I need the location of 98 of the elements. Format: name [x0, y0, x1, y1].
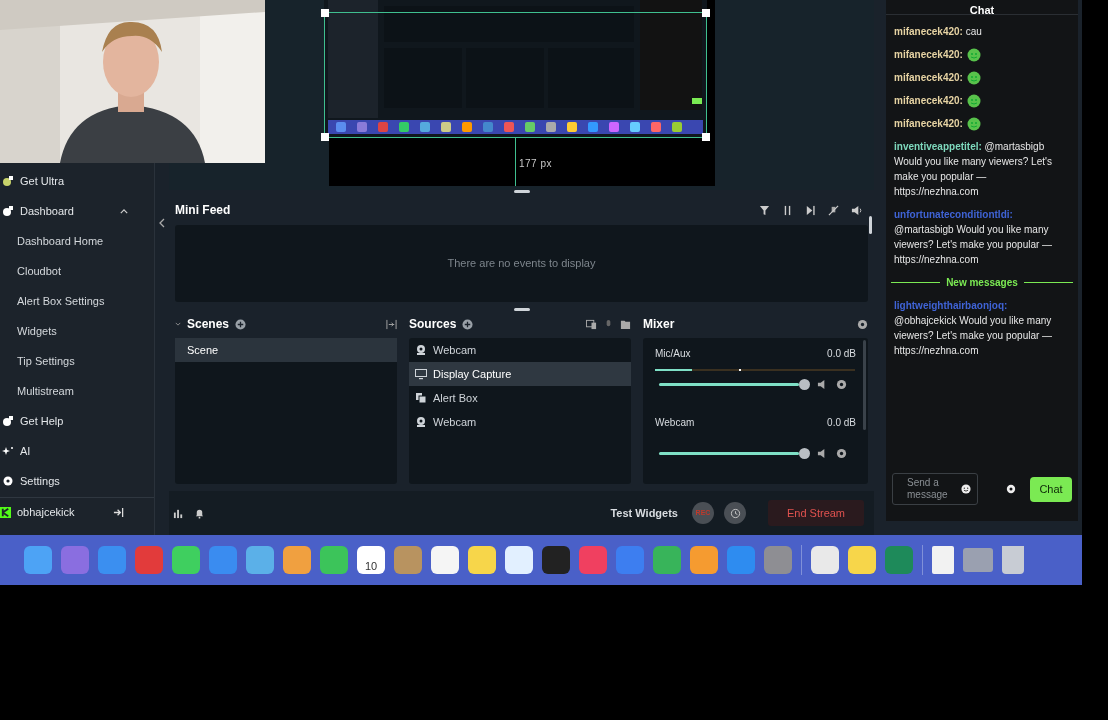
calendar-app-icon[interactable]: 10 — [357, 546, 385, 574]
source-item[interactable]: Webcam — [409, 410, 631, 434]
sparkle-icon — [2, 445, 14, 457]
app-icon[interactable] — [320, 546, 348, 574]
sidebar-subitem[interactable]: Dashboard Home — [0, 226, 154, 256]
settings-icon[interactable] — [836, 379, 847, 390]
resize-handle[interactable] — [321, 9, 329, 17]
add-icon[interactable] — [462, 318, 474, 330]
channel-reading: 0.0 dB — [827, 416, 856, 430]
scrollbar[interactable] — [863, 340, 866, 430]
empty-message: There are no events to display — [447, 256, 596, 272]
resize-handle[interactable] — [702, 133, 710, 141]
channel-name: Mic/Aux — [655, 347, 691, 361]
sidebar-item[interactable]: Get Help — [0, 406, 154, 436]
app-icon[interactable] — [505, 546, 533, 574]
chevron-up-icon[interactable] — [120, 208, 128, 214]
sidebar-subitem[interactable]: Alert Box Settings — [0, 286, 154, 316]
chat-message: unfortunateconditiontldi: @martasbigb Would you like many viewers? Let's make you popular — https://nezhna.com — [894, 208, 1054, 267]
app-icon[interactable] — [283, 546, 311, 574]
emote-icon — [966, 47, 981, 62]
chevron-left-icon[interactable] — [159, 218, 165, 228]
new-messages-divider: New messages — [946, 276, 1018, 290]
webcam-icon — [415, 344, 427, 356]
history-icon — [729, 507, 741, 519]
message-field[interactable]: Send a message — [892, 473, 978, 505]
chevron-down-icon[interactable] — [175, 322, 181, 326]
source-item[interactable]: Display Capture — [409, 362, 631, 386]
chat-message: mifanecek420: cau — [894, 25, 983, 39]
drag-handle[interactable] — [513, 307, 530, 311]
bell-icon[interactable] — [194, 507, 205, 519]
panel-title: Scenes — [187, 316, 230, 333]
panel-title: Mini Feed — [175, 202, 232, 219]
chat-send-button[interactable]: Chat — [1030, 476, 1072, 502]
add-icon[interactable] — [235, 318, 247, 330]
split-icon[interactable] — [386, 318, 397, 330]
sidebar-subitem[interactable]: Cloudbot — [0, 256, 154, 286]
chat-title: Chat — [969, 6, 995, 14]
settings-icon[interactable] — [836, 448, 847, 459]
filter-icon[interactable] — [759, 204, 770, 216]
mute-icon[interactable] — [828, 204, 839, 216]
slider-thumb[interactable] — [798, 448, 810, 459]
panel-title: Mixer — [643, 316, 676, 333]
channel-reading: 0.0 dB — [827, 347, 856, 361]
logout-icon[interactable] — [113, 507, 124, 518]
webcam-icon — [415, 416, 427, 428]
end-stream-button[interactable]: End Stream — [768, 500, 864, 526]
chat-username: mifanecek420: — [894, 117, 963, 131]
emote-icon — [966, 70, 981, 85]
emote-icon — [966, 93, 981, 108]
monitor-icon — [415, 368, 427, 380]
settings-icon[interactable] — [1006, 484, 1016, 494]
chat-message: inventiveappetitel: @martasbigb Would you like many viewers? Let's make you popular — https://nezhna.com — [894, 140, 1053, 199]
emoji-icon[interactable] — [961, 484, 971, 494]
chat-username: mifanecek420: — [894, 94, 963, 108]
pause-icon[interactable] — [782, 204, 793, 216]
sidebar-item[interactable]: Settings — [0, 466, 154, 496]
panel-title: Sources — [409, 316, 457, 333]
drag-handle[interactable] — [513, 190, 530, 193]
username[interactable]: obhajcekick — [17, 504, 107, 521]
volume-icon[interactable] — [851, 204, 862, 216]
measure-line — [515, 138, 516, 186]
sidebar-item[interactable]: Dashboard — [0, 196, 154, 226]
scene-item[interactable]: Scene — [175, 338, 397, 362]
stats-icon[interactable] — [173, 507, 184, 519]
devices-icon[interactable] — [586, 318, 597, 330]
channel-name: Webcam — [655, 416, 695, 430]
message-input[interactable]: Send a message — [907, 475, 961, 503]
resize-handle[interactable] — [702, 9, 710, 17]
app-icon[interactable] — [468, 546, 496, 574]
measure-label: 177 px — [519, 157, 553, 171]
app-icon[interactable] — [690, 546, 718, 574]
app-icon[interactable] — [172, 546, 200, 574]
scrollbar[interactable] — [869, 216, 872, 234]
chat-username: mifanecek420: — [894, 48, 963, 62]
sidebar-item[interactable]: Get Ultra — [0, 166, 154, 196]
source-item[interactable]: Webcam — [409, 338, 631, 362]
volume-slider[interactable] — [659, 448, 809, 459]
layers-icon — [415, 392, 427, 404]
sidebar-subitem[interactable]: Tip Settings — [0, 346, 154, 376]
app-icon[interactable] — [848, 546, 876, 574]
settings-icon[interactable] — [857, 318, 868, 330]
resize-handle[interactable] — [321, 133, 329, 141]
sidebar-subitem[interactable]: Widgets — [0, 316, 154, 346]
volume-slider[interactable] — [659, 379, 809, 390]
chat-message: lightweighthairbaonjoq: @obhajcekick Would you like many viewers? Let's make you popular — https://nezhna.com — [894, 299, 1054, 358]
folder-icon[interactable] — [620, 318, 631, 330]
sidebar-subitem[interactable]: Multistream — [0, 376, 154, 406]
skip-icon[interactable] — [805, 204, 816, 216]
slider-thumb[interactable] — [798, 379, 810, 390]
app-icon[interactable] — [431, 546, 459, 574]
test-widgets-button[interactable]: Test Widgets — [610, 504, 678, 522]
replay-button[interactable] — [724, 502, 746, 524]
app-icon[interactable] — [811, 546, 839, 574]
emote-icon — [966, 116, 981, 131]
app-icon[interactable] — [542, 546, 570, 574]
sidebar-item[interactable]: AI — [0, 436, 154, 466]
source-item[interactable]: Alert Box — [409, 386, 631, 410]
chat-username: mifanecek420: — [894, 71, 963, 85]
